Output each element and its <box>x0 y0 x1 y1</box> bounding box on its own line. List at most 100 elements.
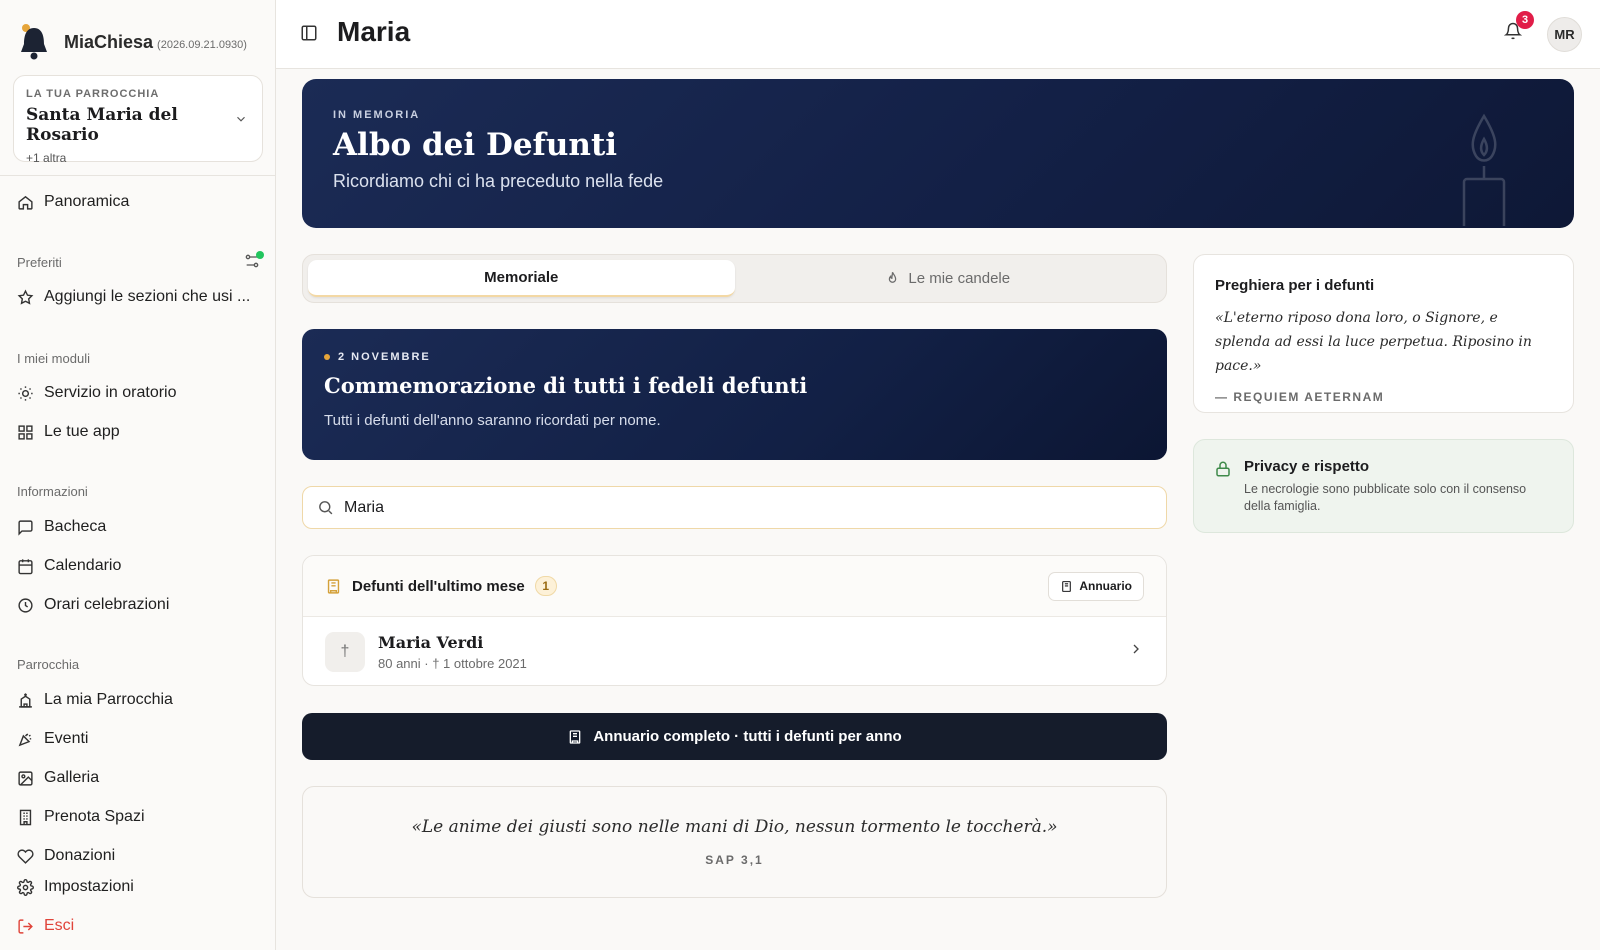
privacy-text: Le necrologie sono pubblicate solo con i… <box>1244 482 1527 513</box>
calendar-icon <box>18 558 33 574</box>
hero-title: Albo dei Defunti <box>333 127 618 163</box>
notifications-badge: 3 <box>1516 11 1534 29</box>
candle-icon <box>1454 111 1514 228</box>
deceased-meta: 80 anni · † 1 ottobre 2021 <box>378 655 527 671</box>
favorites-status-dot <box>256 251 264 259</box>
full-yearbook-label: Annuario completo · tutti i defunti per … <box>593 728 902 745</box>
book-icon <box>569 729 581 744</box>
sidebar-item-label: La mia Parrocchia <box>44 691 173 708</box>
heart-icon <box>17 848 34 864</box>
full-yearbook-button[interactable]: Annuario completo · tutti i defunti per … <box>302 713 1167 760</box>
modules-section-label: I miei moduli <box>17 351 90 366</box>
recent-deceased-card: Defunti dell'ultimo mese 1 Annuario † Ma… <box>302 555 1167 686</box>
clock-icon <box>18 597 33 613</box>
sidebar-item-label: Galleria <box>44 769 100 786</box>
images-icon <box>18 770 33 786</box>
parish-selector[interactable]: LA TUA PARROCCHIA Santa Maria del Rosari… <box>13 75 263 165</box>
search-icon <box>319 501 333 515</box>
commemoration-card: 2 NOVEMBRE Commemorazione di tutti i fed… <box>302 329 1167 460</box>
sidebar-item-book-spaces[interactable]: Prenota Spazi <box>17 805 145 829</box>
sidebar-item-label: Donazioni <box>44 847 116 864</box>
sun-icon <box>18 385 33 401</box>
commemoration-title: Commemorazione di tutti i fedeli defunti <box>324 373 808 398</box>
sidebar-item-board[interactable]: Bacheca <box>17 515 106 539</box>
church-icon <box>19 692 32 708</box>
sidebar-divider <box>0 175 276 176</box>
avatar[interactable]: MR <box>1547 17 1582 52</box>
gear-icon <box>17 878 34 896</box>
sidebar-item-logout[interactable]: Esci <box>17 914 74 938</box>
cross-icon: † <box>325 631 365 672</box>
chevron-right-icon <box>1128 641 1144 662</box>
sidebar-item-label: Prenota Spazi <box>44 808 145 825</box>
prayer-title: Preghiera per i defunti <box>1215 277 1375 294</box>
sidebar-item-your-apps[interactable]: Le tue app <box>17 420 120 444</box>
favorites-section-label: Preferiti <box>17 255 62 270</box>
sidebar: MiaChiesa (2026.09.21.0930) LA TUA PARROC… <box>0 0 276 950</box>
search-field[interactable] <box>302 486 1167 529</box>
parish-kicker: LA TUA PARROCCHIA <box>26 88 160 100</box>
brand-name: MiaChiesa <box>64 31 154 52</box>
scripture-quote: «Le anime dei giusti sono nelle mani di … <box>302 786 1167 898</box>
sidebar-item-gallery[interactable]: Galleria <box>17 766 99 790</box>
parish-more: +1 altra <box>26 151 67 165</box>
building-icon <box>19 809 32 825</box>
recent-deceased-title: Defunti dell'ultimo mese <box>352 577 525 595</box>
sidebar-item-calendar[interactable]: Calendario <box>17 554 121 578</box>
sidebar-item-label: Calendario <box>44 557 122 574</box>
commemoration-date: 2 NOVEMBRE <box>324 351 1145 363</box>
sidebar-item-label: Panoramica <box>44 193 130 210</box>
message-square-icon <box>18 519 33 536</box>
book-icon <box>1062 580 1072 592</box>
brand[interactable]: MiaChiesa (2026.09.21.0930) <box>16 20 247 64</box>
sidebar-item-oratory-service[interactable]: Servizio in oratorio <box>17 381 177 405</box>
sidebar-item-label: Aggiungi le sezioni che usi ... <box>44 288 251 305</box>
accent-dot <box>324 354 330 360</box>
sidebar-item-my-parish[interactable]: La mia Parrocchia <box>17 688 173 712</box>
sidebar-item-label: Impostazioni <box>44 878 134 895</box>
commemoration-subtitle: Tutti i defunti dell'anno saranno ricord… <box>324 412 661 429</box>
search-input[interactable] <box>344 498 1124 517</box>
sidebar-item-label: Le tue app <box>44 423 120 440</box>
tab-my-candles[interactable]: Le mie candele <box>735 260 1162 297</box>
lock-icon <box>1216 461 1230 477</box>
tab-label: Le mie candele <box>908 270 1011 287</box>
sidebar-item-label: Servizio in oratorio <box>44 384 177 401</box>
sidebar-item-add-favorites[interactable]: Aggiungi le sezioni che usi ... <box>17 285 250 309</box>
sidebar-item-overview[interactable]: Panoramica <box>17 190 129 214</box>
tab-memoriale[interactable]: Memoriale <box>308 260 735 297</box>
party-popper-icon <box>18 733 32 746</box>
parish-section-label: Parrocchia <box>17 657 80 672</box>
star-icon <box>17 289 34 305</box>
top-bar: Maria 3 MR <box>276 0 1600 69</box>
memorial-tabs: Memoriale Le mie candele <box>302 254 1167 303</box>
sidebar-item-label: Orari celebrazioni <box>44 596 170 613</box>
list-item[interactable]: † Maria Verdi 80 anni · † 1 ottobre 2021 <box>303 617 1166 686</box>
home-icon <box>18 195 33 210</box>
deceased-name: Maria Verdi <box>378 632 484 652</box>
sidebar-item-celebration-times[interactable]: Orari celebrazioni <box>17 593 169 617</box>
sidebar-item-label: Esci <box>44 917 75 934</box>
yearbook-button-label: Annuario <box>1079 579 1132 593</box>
hero-kicker: IN MEMORIA <box>333 109 421 121</box>
privacy-card: Privacy e rispetto Le necrologie sono pu… <box>1193 439 1574 533</box>
yearbook-button[interactable]: Annuario <box>1048 571 1144 601</box>
sidebar-toggle-icon[interactable] <box>300 24 318 47</box>
log-out-icon <box>18 918 33 934</box>
tab-label: Memoriale <box>484 269 559 286</box>
recent-deceased-header: Defunti dell'ultimo mese 1 Annuario <box>303 556 1166 617</box>
privacy-title: Privacy e rispetto <box>1244 458 1370 475</box>
prayer-text: «L'eterno riposo dona loro, o Signore, e… <box>1215 310 1532 374</box>
parish-name: Santa Maria del Rosario <box>26 105 178 145</box>
sidebar-item-donations[interactable]: Donazioni <box>17 844 115 868</box>
sidebar-item-label: Bacheca <box>44 518 107 535</box>
memorial-hero: IN MEMORIA Albo dei Defunti Ricordiamo c… <box>302 79 1574 228</box>
bell-logo-icon <box>16 22 52 62</box>
quote-reference: SAP 3,1 <box>705 853 764 867</box>
hero-subtitle: Ricordiamo chi ci ha preceduto nella fed… <box>333 171 664 191</box>
sidebar-item-events[interactable]: Eventi <box>17 727 88 751</box>
commemoration-kicker: 2 NOVEMBRE <box>338 351 431 363</box>
prayer-reference: — REQUIEM AETERNAM <box>1215 390 1385 404</box>
sidebar-item-settings[interactable]: Impostazioni <box>17 875 134 899</box>
app-version: (2026.09.21.0930) <box>157 38 247 51</box>
